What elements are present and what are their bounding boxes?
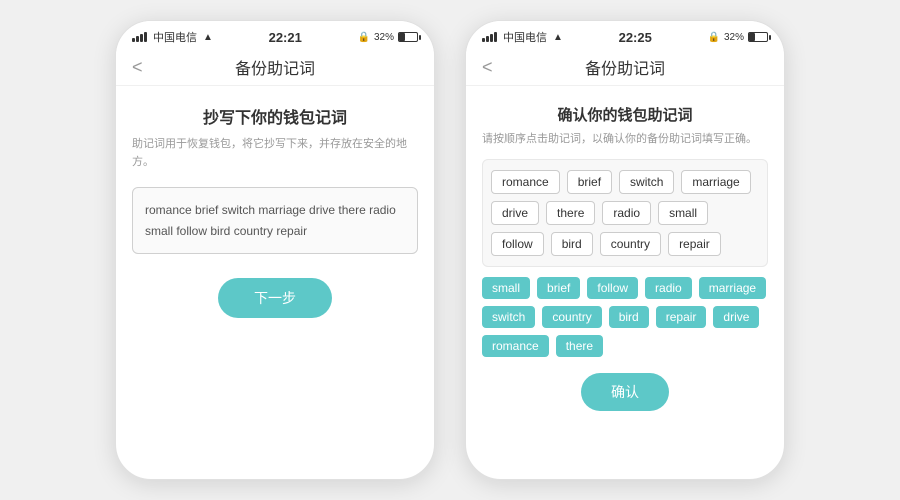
bank-word-chip[interactable]: follow xyxy=(587,277,638,299)
bank-word-chip[interactable]: marriage xyxy=(699,277,766,299)
time-1: 22:21 xyxy=(269,30,302,45)
phone1-content: 抄写下你的钱包记词 助记词用于恢复钱包，将它抄写下来，并存放在安全的地方。 ro… xyxy=(116,86,434,479)
battery-icon-2 xyxy=(748,32,768,42)
selected-word-chip[interactable]: radio xyxy=(602,201,651,225)
time-2: 22:25 xyxy=(619,30,652,45)
selected-word-chip[interactable]: drive xyxy=(491,201,539,225)
back-button-2[interactable]: < xyxy=(482,57,493,78)
battery-pct-2: 32% xyxy=(724,32,744,43)
selected-word-chip[interactable]: small xyxy=(658,201,708,225)
confirm-button[interactable]: 确认 xyxy=(581,373,669,411)
status-left-1: 中国电信 ▲ xyxy=(132,29,213,45)
selected-word-chip[interactable]: brief xyxy=(567,170,612,194)
selected-word-chip[interactable]: switch xyxy=(619,170,674,194)
nav-title-1: 备份助记词 xyxy=(235,55,315,79)
carrier-2: 中国电信 xyxy=(503,29,547,45)
status-bar-2: 中国电信 ▲ 22:25 🔒 32% xyxy=(466,21,784,49)
selected-word-chip[interactable]: bird xyxy=(551,232,593,256)
page1-heading: 抄写下你的钱包记词 xyxy=(203,104,347,128)
nav-bar-1: < 备份助记词 xyxy=(116,49,434,86)
selected-word-chip[interactable]: there xyxy=(546,201,595,225)
selected-word-chip[interactable]: country xyxy=(600,232,661,256)
phone2-content: 确认你的钱包助记词 请按顺序点击助记词，以确认你的备份助记词填写正确。 roma… xyxy=(466,86,784,479)
bank-word-chip[interactable]: country xyxy=(542,306,601,328)
bank-word-chip[interactable]: small xyxy=(482,277,530,299)
page2-heading: 确认你的钱包助记词 xyxy=(557,104,692,125)
signal-icon-2 xyxy=(482,32,497,42)
selected-word-chip[interactable]: follow xyxy=(491,232,544,256)
status-right-2: 🔒 32% xyxy=(708,32,768,43)
bank-word-chip[interactable]: there xyxy=(556,335,603,357)
lock-icon-1: 🔒 xyxy=(358,32,370,43)
bank-word-chip[interactable]: bird xyxy=(609,306,649,328)
status-right-1: 🔒 32% xyxy=(358,32,418,43)
selected-word-chip[interactable]: repair xyxy=(668,232,721,256)
phones-container: 中国电信 ▲ 22:21 🔒 32% < 备份助记词 抄写下你的钱包记词 助记词… xyxy=(115,20,785,480)
next-button[interactable]: 下一步 xyxy=(218,278,332,318)
status-bar-1: 中国电信 ▲ 22:21 🔒 32% xyxy=(116,21,434,49)
nav-title-2: 备份助记词 xyxy=(585,55,665,79)
battery-pct-1: 32% xyxy=(374,32,394,43)
carrier-1: 中国电信 xyxy=(153,29,197,45)
page1-desc: 助记词用于恢复钱包，将它抄写下来，并存放在安全的地方。 xyxy=(132,136,418,171)
back-button-1[interactable]: < xyxy=(132,57,143,78)
page2-desc: 请按顺序点击助记词，以确认你的备份助记词填写正确。 xyxy=(482,131,768,149)
phone-1: 中国电信 ▲ 22:21 🔒 32% < 备份助记词 抄写下你的钱包记词 助记词… xyxy=(115,20,435,480)
selected-word-chip[interactable]: romance xyxy=(491,170,560,194)
wifi-icon-2: ▲ xyxy=(553,32,563,43)
phone-2: 中国电信 ▲ 22:25 🔒 32% < 备份助记词 确认你的钱包助记词 请按顺… xyxy=(465,20,785,480)
bank-word-chip[interactable]: switch xyxy=(482,306,535,328)
wifi-icon-1: ▲ xyxy=(203,32,213,43)
bank-word-chip[interactable]: drive xyxy=(713,306,759,328)
bank-word-chip[interactable]: romance xyxy=(482,335,549,357)
status-left-2: 中国电信 ▲ xyxy=(482,29,563,45)
selected-word-chip[interactable]: marriage xyxy=(681,170,750,194)
bank-word-chip[interactable]: brief xyxy=(537,277,580,299)
signal-icon-1 xyxy=(132,32,147,42)
nav-bar-2: < 备份助记词 xyxy=(466,49,784,86)
bank-word-chip[interactable]: repair xyxy=(656,306,707,328)
mnemonic-display: romance brief switch marriage drive ther… xyxy=(132,187,418,254)
battery-icon-1 xyxy=(398,32,418,42)
bank-word-chip[interactable]: radio xyxy=(645,277,692,299)
word-bank: small brief follow radio marriage switch count… xyxy=(482,277,768,357)
word-selection-area: romance brief switch marriage drive there radi… xyxy=(482,159,768,267)
lock-icon-2: 🔒 xyxy=(708,32,720,43)
